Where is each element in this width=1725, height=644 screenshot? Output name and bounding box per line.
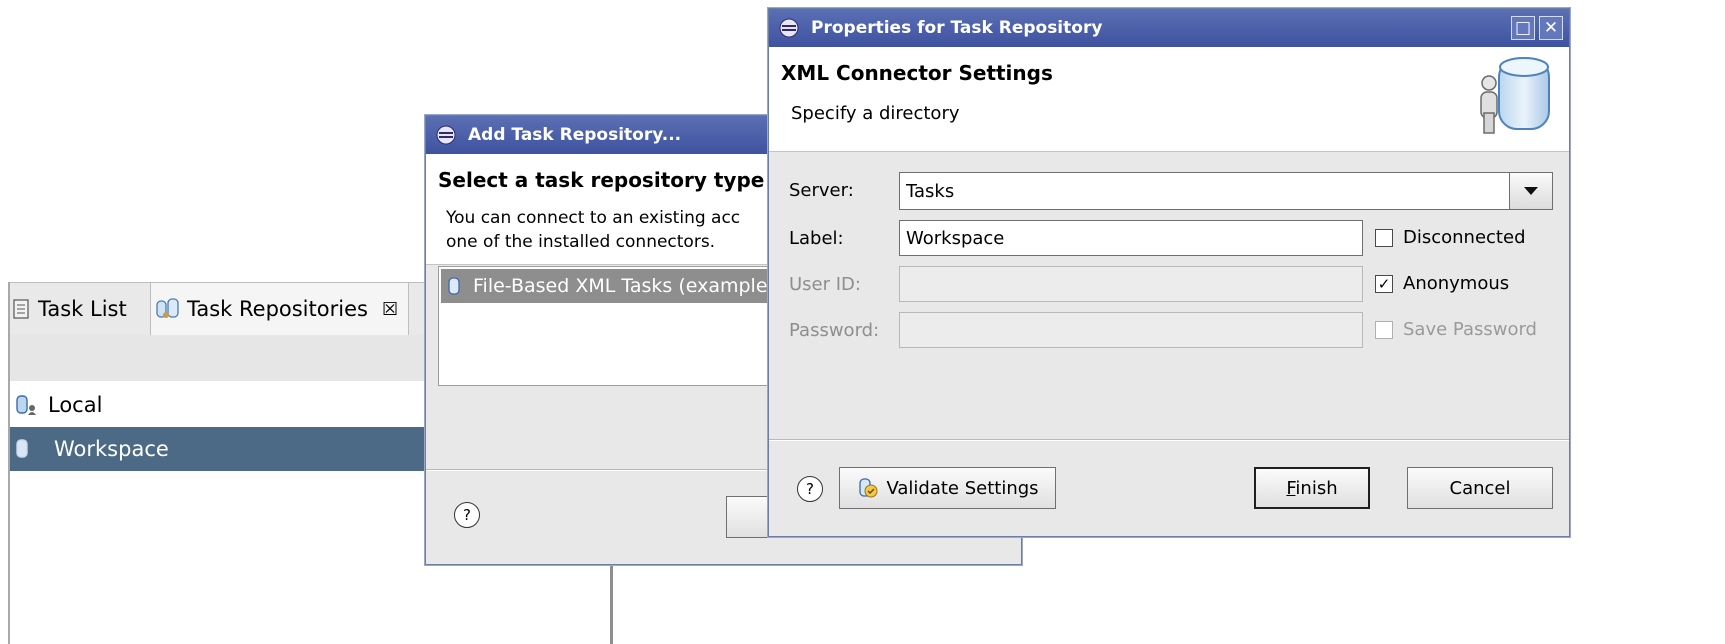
close-icon[interactable]: ✕: [1539, 16, 1563, 40]
checkbox-label: Anonymous: [1403, 273, 1510, 294]
checkbox-box: [1375, 320, 1393, 339]
properties-dialog: Properties for Task Repository □ ✕ XML C…: [768, 8, 1570, 537]
eclipse-icon: [436, 125, 456, 145]
finish-label: Finish: [1286, 477, 1338, 499]
checkbox-box: [1375, 228, 1393, 247]
save-password-checkbox[interactable]: Save Password: [1375, 319, 1537, 340]
dialog-title: Add Task Repository...: [468, 125, 682, 145]
view-tab-bar: Task List Task Repositories ☒: [8, 282, 478, 336]
server-dropdown-button[interactable]: [1509, 172, 1553, 210]
repository-icon: [16, 439, 28, 458]
server-label: Server:: [789, 180, 854, 201]
help-button[interactable]: ?: [454, 502, 480, 528]
dialog-title: Properties for Task Repository: [811, 18, 1103, 38]
page-description-line2: one of the installed connectors.: [446, 232, 716, 252]
user-id-label: User ID:: [789, 274, 861, 295]
view-border: [8, 282, 10, 644]
page-description: Specify a directory: [791, 103, 960, 124]
repository-label: Workspace: [54, 437, 169, 461]
validate-settings-button[interactable]: Validate Settings: [839, 467, 1056, 509]
tab-task-repositories[interactable]: Task Repositories ☒: [150, 283, 410, 335]
anonymous-checkbox[interactable]: ✓ Anonymous: [1375, 273, 1509, 294]
label-input[interactable]: [899, 220, 1363, 256]
server-combo-input[interactable]: [899, 172, 1511, 210]
dialog-banner: XML Connector Settings Specify a directo…: [769, 47, 1569, 152]
page-description-line1: You can connect to an existing acc: [446, 208, 741, 228]
cancel-label: Cancel: [1449, 477, 1511, 499]
chevron-down-icon: [1524, 187, 1538, 195]
repository-label: Local: [48, 393, 103, 417]
vertical-divider: [610, 560, 613, 644]
checkbox-label: Save Password: [1403, 319, 1537, 340]
repository-item-local[interactable]: Local: [10, 383, 478, 427]
checkbox-box: ✓: [1375, 274, 1393, 293]
tab-task-list[interactable]: Task List: [12, 283, 127, 335]
window-controls: □ ✕: [1511, 16, 1563, 40]
checkbox-label: Disconnected: [1403, 227, 1526, 248]
dialog-titlebar[interactable]: Properties for Task Repository □ ✕: [769, 9, 1569, 47]
eclipse-icon: [779, 18, 799, 38]
repository-wizard-icon: [1480, 57, 1550, 134]
validate-settings-label: Validate Settings: [886, 477, 1039, 499]
close-icon[interactable]: ☒: [382, 299, 398, 320]
validate-icon: [859, 478, 878, 498]
page-title: XML Connector Settings: [781, 61, 1053, 85]
local-repository-icon: [16, 395, 36, 415]
task-list-icon: [13, 299, 29, 319]
maximize-icon[interactable]: □: [1511, 16, 1535, 40]
password-label: Password:: [789, 320, 880, 341]
help-button[interactable]: ?: [797, 476, 823, 502]
repositories-icon: [156, 298, 179, 318]
tab-task-list-label: Task List: [38, 297, 127, 321]
tab-task-repositories-label: Task Repositories: [187, 297, 368, 321]
user-id-input[interactable]: [899, 266, 1363, 302]
repository-list: Local Workspace: [8, 381, 478, 644]
page-title: Select a task repository type: [438, 168, 765, 192]
view-toolbar: [8, 335, 478, 381]
button-bar-separator-highlight: [769, 440, 1569, 441]
repository-icon: [448, 277, 460, 295]
finish-button[interactable]: Finish: [1254, 467, 1370, 509]
repository-item-workspace[interactable]: Workspace: [10, 427, 478, 471]
password-input[interactable]: [899, 312, 1363, 348]
task-repositories-view: Task List Task Repositories ☒ Local Work…: [0, 0, 478, 644]
cancel-button[interactable]: Cancel: [1407, 467, 1553, 509]
disconnected-checkbox[interactable]: Disconnected: [1375, 227, 1526, 248]
repository-type-label: File-Based XML Tasks (example: [473, 275, 768, 297]
label-field-label: Label:: [789, 228, 844, 249]
